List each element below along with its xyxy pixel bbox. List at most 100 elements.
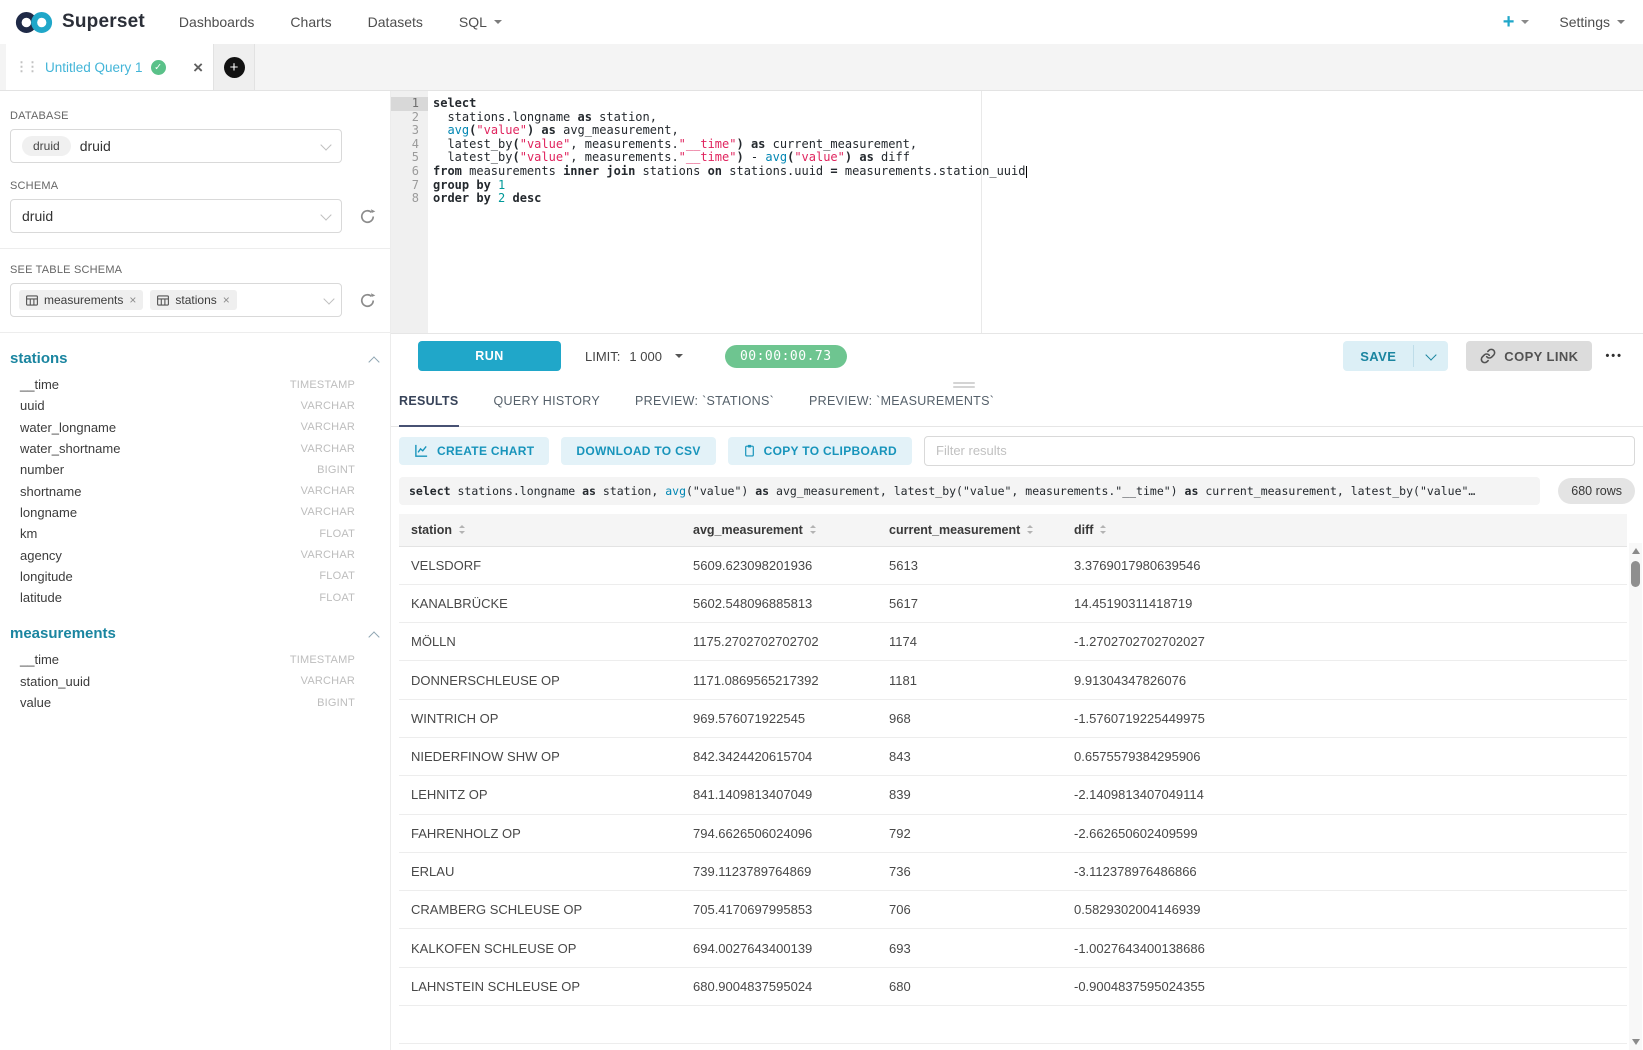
download-csv-button[interactable]: DOWNLOAD TO CSV [561,437,715,465]
sort-icon[interactable] [459,525,465,534]
table-section-header-measurements[interactable]: measurements [10,625,378,642]
column-type: FLOAT [319,528,355,540]
settings-menu[interactable]: Settings [1559,14,1625,30]
table-cell: 843 [877,749,1062,764]
scroll-up-icon[interactable] [1632,548,1640,554]
column-row: __timeTIMESTAMP [0,649,390,670]
column-name: latitude [20,590,62,605]
table-row[interactable]: ERLAU739.1123789764869736-3.112378976486… [399,853,1627,891]
sort-icon[interactable] [1100,525,1106,534]
tab-close-icon[interactable]: × [193,59,203,76]
column-type: VARCHAR [301,421,355,433]
table-cell: -2.1409813407049114 [1062,787,1627,802]
database-select[interactable]: druid druid [10,129,342,163]
sql-lab-sidebar: DATABASE druid druid SCHEMA druid [0,91,390,1050]
nav-item-charts[interactable]: Charts [290,14,331,30]
table-cell: -2.662650602409599 [1062,826,1627,841]
column-name: __time [20,652,59,667]
sql-token: ) [736,150,743,164]
nav-item-dashboards[interactable]: Dashboards [179,14,255,30]
add-tab-area: + [213,44,255,90]
table-row[interactable]: VELSDORF5609.62309820193656133.376901798… [399,547,1627,585]
scroll-thumb[interactable] [1631,561,1640,587]
results-table-header: stationavg_measurementcurrent_measuremen… [399,514,1627,547]
tab-drag-handle-icon[interactable]: ⋮⋮ [15,59,37,75]
table-cell: 0.5829302004146939 [1062,902,1627,917]
results-scrollbar[interactable] [1629,543,1642,1050]
column-type: VARCHAR [301,675,355,687]
tab-preview-stations[interactable]: PREVIEW: `STATIONS` [635,394,774,426]
table-row[interactable]: FAHRENHOLZ OP794.6626506024096792-2.6626… [399,815,1627,853]
resize-handle[interactable] [953,380,975,390]
sql-token: avg [665,484,686,498]
table-cell: 5613 [877,558,1062,573]
column-name: water_longname [20,420,116,435]
table-chip-measurements[interactable]: measurements× [19,290,143,310]
tables-refresh-button[interactable] [354,292,380,309]
table-cell: 1181 [877,673,1062,688]
column-header-avg_measurement[interactable]: avg_measurement [681,523,877,537]
caret-down-icon [494,20,502,28]
sql-token: stations [635,164,707,178]
run-button[interactable]: RUN [418,341,561,371]
table-cell: 842.3424420615704 [681,749,877,764]
column-header-station[interactable]: station [399,523,681,537]
table-row[interactable]: KALKOFEN SCHLEUSE OP694.0027643400139693… [399,929,1627,967]
schema-select[interactable]: druid [10,199,342,233]
filter-results-input[interactable] [924,436,1635,466]
sql-token: as [859,150,873,164]
new-item-menu[interactable]: + [1503,11,1530,34]
copy-link-button[interactable]: COPY LINK [1466,341,1592,371]
scroll-down-icon[interactable] [1632,1039,1640,1045]
save-dropdown-toggle[interactable] [1414,341,1448,371]
table-row[interactable]: NIEDERFINOW SHW OP842.34244206157048430.… [399,738,1627,776]
create-chart-button[interactable]: CREATE CHART [399,437,549,465]
tab-results[interactable]: RESULTS [399,394,459,427]
link-icon [1480,348,1496,364]
column-header-diff[interactable]: diff [1062,523,1627,537]
limit-dropdown[interactable]: LIMIT: 1 000 [585,349,683,364]
table-schema-select[interactable]: measurements× stations× [10,283,342,317]
table-cell: 1174 [877,634,1062,649]
column-header-current_measurement[interactable]: current_measurement [877,523,1062,537]
chevron-down-icon [320,209,331,220]
sql-editor[interactable]: 1select2 stations.longname as station,3 … [391,91,1643,334]
query-tab[interactable]: ⋮⋮ Untitled Query 1 ✓ × [6,44,213,90]
nav-item-datasets[interactable]: Datasets [368,14,423,30]
table-chip-stations[interactable]: stations× [150,290,236,310]
table-schema-label: SEE TABLE SCHEMA [10,264,380,276]
add-tab-button[interactable]: + [224,57,245,78]
chip-close-icon[interactable]: × [129,293,136,307]
code-line: 1select [391,97,1643,111]
table-row[interactable]: CRAMBERG SCHLEUSE OP705.4170697995853706… [399,891,1627,929]
brand[interactable]: Superset [14,9,145,36]
chip-close-icon[interactable]: × [223,293,230,307]
table-section-header-stations[interactable]: stations [10,350,378,367]
table-row[interactable]: WINTRICH OP969.576071922545968-1.5760719… [399,700,1627,738]
nav-item-sql[interactable]: SQL [459,14,502,30]
rows-count-badge: 680 rows [1558,478,1635,504]
table-row[interactable]: LEHNITZ OP841.1409813407049839-2.1409813… [399,776,1627,814]
column-type: VARCHAR [301,506,355,518]
table-cell: 1175.2702702702702 [681,634,877,649]
table-row[interactable]: MÖLLN1175.27027027027021174-1.2702702702… [399,623,1627,661]
save-button[interactable]: SAVE [1343,341,1413,371]
tab-query-history[interactable]: QUERY HISTORY [494,394,600,426]
table-row[interactable]: LAHNSTEIN SCHLEUSE OP680.900483759502468… [399,968,1627,1006]
table-cell: LAHNSTEIN SCHLEUSE OP [399,979,681,994]
table-row[interactable]: DONNERSCHLEUSE OP1171.086956521739211819… [399,661,1627,699]
tab-preview-measurements[interactable]: PREVIEW: `MEASUREMENTS` [809,394,994,426]
more-options-button[interactable]: ••• [1605,350,1623,362]
sort-icon[interactable] [1027,525,1033,534]
table-cell: 694.0027643400139 [681,941,877,956]
sql-token: stations.uuid [722,164,830,178]
sql-token: select [409,484,451,498]
copy-clipboard-button[interactable]: COPY TO CLIPBOARD [728,437,912,465]
sql-token: group by [433,178,491,192]
schema-refresh-button[interactable] [354,208,380,225]
sql-token: stations.longname [451,484,583,498]
sort-icon[interactable] [810,525,816,534]
sql-token: inner join [563,164,635,178]
table-row[interactable]: KANALBRÜCKE5602.548096885813561714.45190… [399,585,1627,623]
sql-token: ("value") [686,484,755,498]
